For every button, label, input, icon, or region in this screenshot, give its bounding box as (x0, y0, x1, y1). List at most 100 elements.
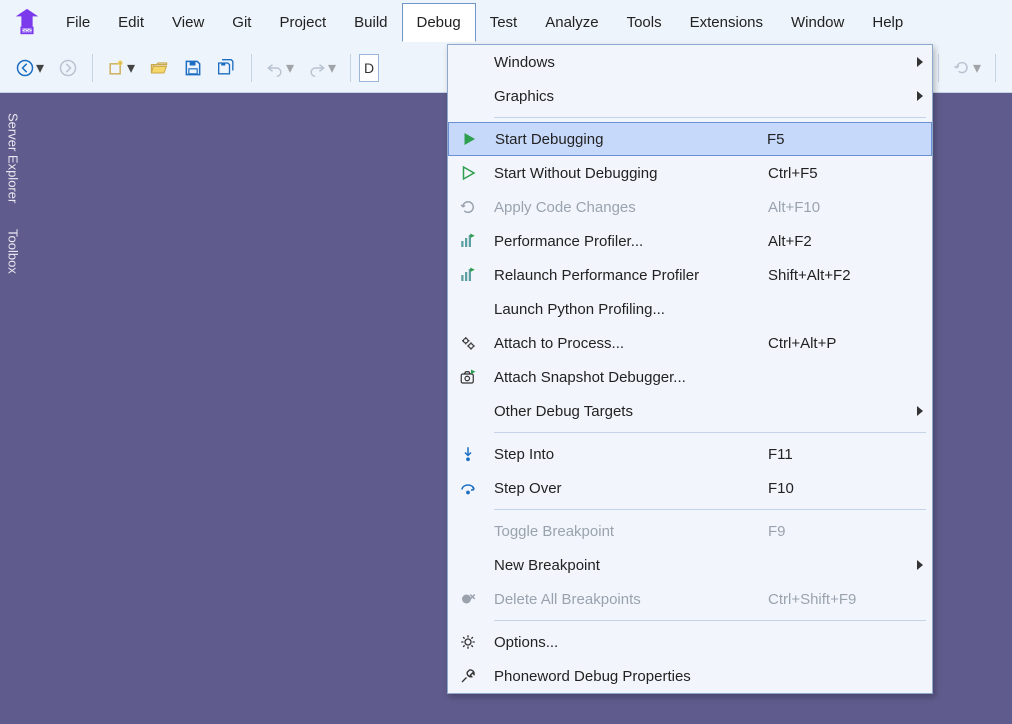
submenu-chevron-icon (908, 57, 932, 67)
menu-item-label: Attach to Process... (488, 335, 768, 352)
menu-separator (494, 509, 926, 510)
menu-separator (494, 117, 926, 118)
menubar: PRE File Edit View Git Project Build Deb… (0, 0, 1012, 44)
play-solid-icon (449, 130, 489, 148)
app-logo-icon: PRE (12, 7, 42, 37)
menu-item-options[interactable]: Options... (448, 625, 932, 659)
menu-item-label: Step Into (488, 446, 768, 463)
redo-button[interactable]: ▾ (302, 52, 342, 84)
menu-item-shortcut: Ctrl+Shift+F9 (768, 591, 908, 608)
menu-item-label: Start Without Debugging (488, 165, 768, 182)
menu-item-label: Delete All Breakpoints (488, 591, 768, 608)
menu-git[interactable]: Git (218, 4, 265, 41)
menu-item-label: Toggle Breakpoint (488, 523, 768, 540)
step-over-icon (448, 479, 488, 497)
menu-debug[interactable]: Debug (402, 3, 476, 42)
save-button[interactable] (177, 52, 209, 84)
menu-item-shortcut: Alt+F2 (768, 233, 908, 250)
menu-item-launch-python[interactable]: Launch Python Profiling... (448, 292, 932, 326)
menu-item-label: Phoneword Debug Properties (488, 668, 768, 685)
menu-build[interactable]: Build (340, 4, 401, 41)
refresh-button[interactable]: ▾ (947, 52, 987, 84)
menu-test[interactable]: Test (476, 4, 532, 41)
config-combo[interactable]: D (359, 54, 379, 82)
menu-item-start-debug[interactable]: Start DebuggingF5 (448, 122, 932, 156)
refresh-icon (448, 198, 488, 216)
debug-dropdown: WindowsGraphicsStart DebuggingF5Start Wi… (447, 44, 933, 694)
chevron-down-icon: ▾ (285, 58, 295, 78)
nav-back-button[interactable]: ▾ (10, 52, 50, 84)
wrench-icon (448, 667, 488, 685)
open-button[interactable] (143, 52, 175, 84)
menu-item-label: Start Debugging (489, 131, 767, 148)
menu-item-apply-code: Apply Code ChangesAlt+F10 (448, 190, 932, 224)
left-tool-tabs: Server Explorer Toolbox (0, 93, 26, 724)
menu-item-shortcut: Alt+F10 (768, 199, 908, 216)
menu-item-label: Performance Profiler... (488, 233, 768, 250)
menu-project[interactable]: Project (265, 4, 340, 41)
menu-item-label: Options... (488, 634, 768, 651)
gear-icon (448, 633, 488, 651)
toolbar-separator (938, 54, 939, 82)
menu-item-label: Apply Code Changes (488, 199, 768, 216)
menu-item-start-nodebug[interactable]: Start Without DebuggingCtrl+F5 (448, 156, 932, 190)
save-all-button[interactable] (211, 52, 243, 84)
menu-item-shortcut: Shift+Alt+F2 (768, 267, 908, 284)
menu-item-shortcut: F10 (768, 480, 908, 497)
menu-item-label: Other Debug Targets (488, 403, 768, 420)
menu-view[interactable]: View (158, 4, 218, 41)
side-tab-toolbox[interactable]: Toolbox (6, 225, 21, 278)
chevron-down-icon: ▾ (327, 58, 337, 78)
toolbar-separator (92, 54, 93, 82)
menu-help[interactable]: Help (858, 4, 917, 41)
side-tab-server-explorer[interactable]: Server Explorer (6, 109, 21, 207)
menu-item-delete-bp: Delete All BreakpointsCtrl+Shift+F9 (448, 582, 932, 616)
menu-item-attach-process[interactable]: Attach to Process...Ctrl+Alt+P (448, 326, 932, 360)
submenu-chevron-icon (908, 91, 932, 101)
bp-delete-icon (448, 590, 488, 608)
chevron-down-icon: ▾ (126, 58, 136, 78)
chart-play-icon (448, 232, 488, 250)
menu-item-shortcut: F11 (768, 446, 908, 463)
menu-item-step-into[interactable]: Step IntoF11 (448, 437, 932, 471)
combo-text: D (364, 60, 374, 76)
menu-edit[interactable]: Edit (104, 4, 158, 41)
menu-item-step-over[interactable]: Step OverF10 (448, 471, 932, 505)
gears-icon (448, 334, 488, 352)
menu-item-graphics[interactable]: Graphics (448, 79, 932, 113)
menu-item-label: Launch Python Profiling... (488, 301, 768, 318)
submenu-chevron-icon (908, 560, 932, 570)
menu-tools[interactable]: Tools (613, 4, 676, 41)
step-into-icon (448, 445, 488, 463)
menu-item-shortcut: F5 (767, 131, 907, 148)
menu-separator (494, 620, 926, 621)
play-outline-icon (448, 164, 488, 182)
menu-item-toggle-bp: Toggle BreakpointF9 (448, 514, 932, 548)
menu-item-perf-profiler[interactable]: Performance Profiler...Alt+F2 (448, 224, 932, 258)
chevron-down-icon: ▾ (35, 58, 45, 78)
menu-window[interactable]: Window (777, 4, 858, 41)
menu-item-new-bp[interactable]: New Breakpoint (448, 548, 932, 582)
menu-item-shortcut: F9 (768, 523, 908, 540)
undo-button[interactable]: ▾ (260, 52, 300, 84)
menu-item-other-targets[interactable]: Other Debug Targets (448, 394, 932, 428)
menu-item-attach-snapshot[interactable]: Attach Snapshot Debugger... (448, 360, 932, 394)
menu-item-label: Relaunch Performance Profiler (488, 267, 768, 284)
toolbar-separator (995, 54, 996, 82)
svg-text:PRE: PRE (21, 29, 33, 35)
nav-forward-button[interactable] (52, 52, 84, 84)
menu-item-windows[interactable]: Windows (448, 45, 932, 79)
menu-item-debug-props[interactable]: Phoneword Debug Properties (448, 659, 932, 693)
menu-file[interactable]: File (52, 4, 104, 41)
toolbar-separator (251, 54, 252, 82)
menu-extensions[interactable]: Extensions (676, 4, 777, 41)
menu-separator (494, 432, 926, 433)
chart-play-icon (448, 266, 488, 284)
menu-item-relaunch-profiler[interactable]: Relaunch Performance ProfilerShift+Alt+F… (448, 258, 932, 292)
menu-item-shortcut: Ctrl+Alt+P (768, 335, 908, 352)
new-item-button[interactable]: ▾ (101, 52, 141, 84)
menu-item-label: Step Over (488, 480, 768, 497)
toolbar-separator (350, 54, 351, 82)
menu-analyze[interactable]: Analyze (531, 4, 612, 41)
menu-item-label: New Breakpoint (488, 557, 768, 574)
